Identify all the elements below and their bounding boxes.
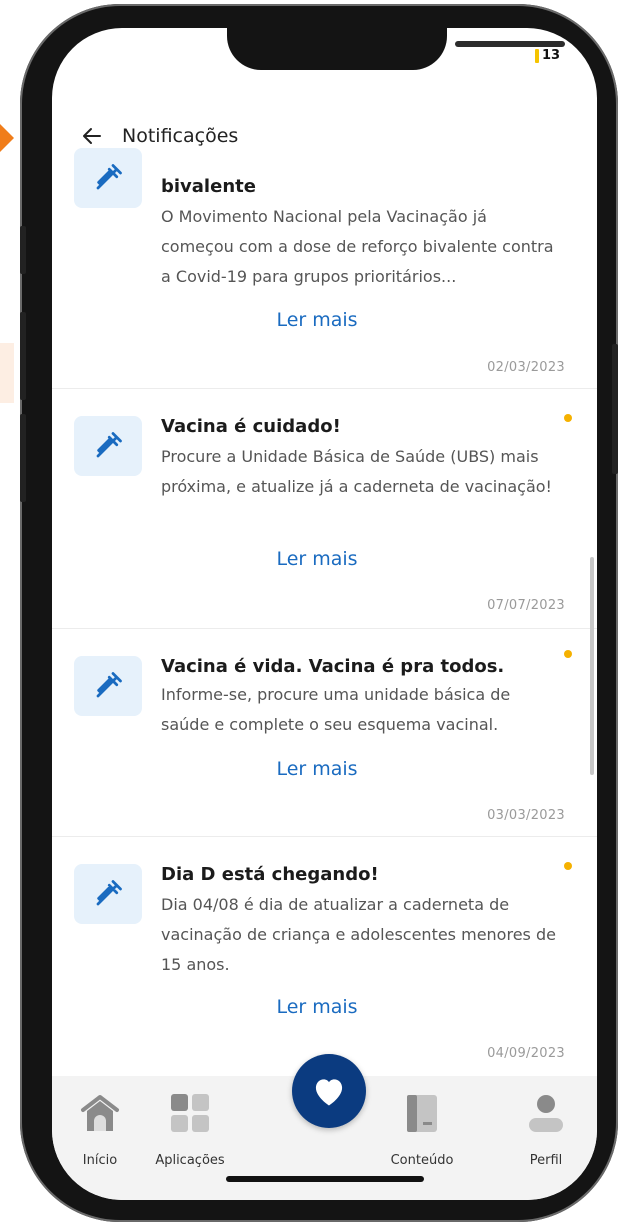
syringe-icon bbox=[96, 164, 122, 190]
notification-card[interactable]: bivalente O Movimento Nacional pela Vaci… bbox=[52, 148, 597, 389]
phone-volume-up-button bbox=[20, 312, 26, 400]
notification-card[interactable]: Vacina é vida. Vacina é pra todos. Infor… bbox=[52, 628, 597, 837]
favorites-button[interactable] bbox=[292, 1054, 366, 1128]
read-more-link[interactable]: Ler mais bbox=[52, 758, 582, 780]
notification-card[interactable]: Dia D está chegando! Dia 04/08 é dia de … bbox=[52, 836, 597, 1077]
syringe-icon bbox=[96, 880, 122, 906]
notification-body: Dia 04/08 é dia de atualizar a caderneta… bbox=[161, 895, 556, 974]
profile-icon bbox=[529, 1095, 563, 1132]
nav-label-perfil: Perfil bbox=[529, 1153, 563, 1168]
page-title: Notificações bbox=[122, 125, 239, 147]
notification-title: Vacina é cuidado! bbox=[161, 416, 341, 437]
notification-date: 03/03/2023 bbox=[487, 808, 565, 823]
nav-item-conteudo[interactable]: Conteúdo bbox=[372, 1076, 472, 1176]
scrollbar[interactable] bbox=[590, 557, 594, 775]
syringe-icon bbox=[96, 432, 122, 458]
nav-item-inicio[interactable]: Início bbox=[52, 1076, 150, 1176]
nav-item-perfil[interactable]: Perfil bbox=[496, 1076, 596, 1176]
vaccine-icon-container bbox=[74, 148, 142, 208]
nav-label-inicio: Início bbox=[82, 1153, 118, 1168]
notification-title: bivalente bbox=[161, 176, 256, 197]
read-more-link[interactable]: Ler mais bbox=[52, 548, 582, 570]
grid-icon bbox=[171, 1094, 209, 1132]
battery-level: 13 bbox=[542, 48, 561, 63]
vaccine-icon-container bbox=[74, 416, 142, 476]
back-arrow-icon[interactable] bbox=[80, 124, 104, 148]
notification-body: Procure a Unidade Básica de Saúde (UBS) … bbox=[161, 447, 552, 496]
home-indicator bbox=[226, 1176, 424, 1182]
read-more-link[interactable]: Ler mais bbox=[52, 996, 582, 1018]
unread-indicator bbox=[564, 862, 572, 870]
nav-item-aplicacoes[interactable]: Aplicações bbox=[140, 1076, 240, 1176]
read-more-link[interactable]: Ler mais bbox=[52, 309, 582, 331]
notification-date: 02/03/2023 bbox=[487, 360, 565, 375]
notification-title: Vacina é vida. Vacina é pra todos. bbox=[161, 656, 505, 677]
heart-icon bbox=[315, 1079, 343, 1106]
phone-side-button bbox=[20, 226, 26, 274]
notification-title: Dia D está chegando! bbox=[161, 864, 379, 885]
status-bar: 13 bbox=[535, 48, 560, 63]
vaccine-icon-container bbox=[74, 864, 142, 924]
app-screen: 13 Notificações bivalente O Movimento Na… bbox=[52, 28, 597, 1200]
phone-power-button bbox=[612, 344, 618, 474]
unread-indicator bbox=[564, 414, 572, 422]
battery-icon bbox=[535, 48, 539, 63]
background-decoration bbox=[0, 343, 14, 403]
background-arrow-decoration bbox=[0, 124, 14, 152]
speaker bbox=[455, 41, 565, 47]
book-icon bbox=[407, 1095, 437, 1132]
notification-body: O Movimento Nacional pela Vacinação já c… bbox=[161, 207, 554, 286]
home-icon bbox=[81, 1095, 119, 1131]
unread-indicator bbox=[564, 650, 572, 658]
notification-card[interactable]: Vacina é cuidado! Procure a Unidade Bási… bbox=[52, 388, 597, 629]
syringe-icon bbox=[96, 672, 122, 698]
notification-date: 07/07/2023 bbox=[487, 598, 565, 613]
nav-label-aplicacoes: Aplicações bbox=[155, 1153, 225, 1168]
phone-notch bbox=[227, 28, 565, 70]
nav-label-conteudo: Conteúdo bbox=[390, 1153, 454, 1168]
notification-date: 04/09/2023 bbox=[487, 1046, 565, 1061]
phone-volume-down-button bbox=[20, 414, 26, 502]
vaccine-icon-container bbox=[74, 656, 142, 716]
notification-body: Informe-se, procure uma unidade básica d… bbox=[161, 685, 511, 734]
